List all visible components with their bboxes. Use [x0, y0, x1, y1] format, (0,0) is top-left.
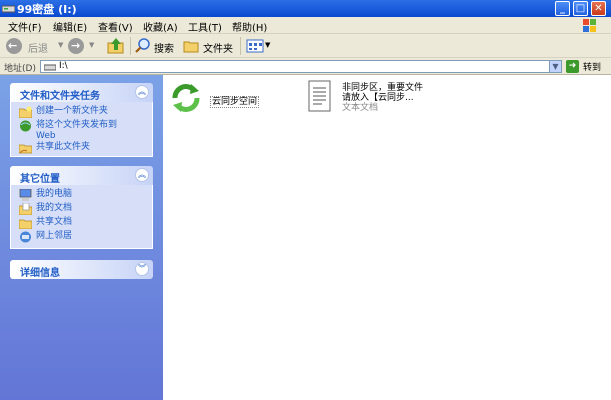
tasks-panel: 文件和文件夹任务 ︽ 创建一个新文件夹 将这个文件夹发布到 Web 共享此文件夹 [10, 83, 153, 157]
menu-file[interactable]: 文件(F) [8, 19, 42, 34]
address-bar: 地址(D) I:\ ▼ ➜ 转到 [0, 58, 611, 75]
toolbar-separator [130, 37, 131, 55]
place-shared-documents[interactable]: 共享文档 [19, 217, 149, 231]
place-network[interactable]: 网上邻居 [19, 231, 149, 245]
file-item-sync-folder-name: 云同步空间 [210, 96, 260, 108]
place-my-documents-label: 我的文档 [36, 203, 73, 213]
file-item-sync-folder[interactable]: 云同步空间 [169, 81, 279, 117]
drive-icon [44, 64, 56, 71]
task-new-folder-label: 创建一个新文件夹 [36, 106, 109, 116]
place-shared-documents-label: 共享文档 [36, 217, 73, 227]
menu-bar: 文件(F) 编辑(E) 查看(V) 收藏(A) 工具(T) 帮助(H) [0, 17, 611, 34]
address-value: I:\ [59, 61, 68, 71]
details-panel-header[interactable]: 详细信息 ︾ [10, 260, 153, 279]
task-pane: 文件和文件夹任务 ︽ 创建一个新文件夹 将这个文件夹发布到 Web 共享此文件夹… [0, 75, 163, 400]
title-bar[interactable]: 99密盘 (I:) _ □ ✕ [0, 0, 611, 17]
place-network-label: 网上邻居 [36, 231, 73, 241]
minimize-button[interactable]: _ [555, 1, 570, 16]
file-list: 云同步空间 非同步区，重要文件 请放入【云同步... 文本文档 [163, 75, 611, 400]
tasks-panel-title: 文件和文件夹任务 [20, 91, 100, 102]
expand-chevron-icon[interactable]: ︾ [135, 262, 149, 276]
publish-web-icon [20, 120, 31, 132]
share-folder-icon [19, 144, 32, 154]
other-places-title: 其它位置 [20, 174, 60, 185]
chevron-down-icon: ▼ [265, 41, 271, 49]
folders-label: 文件夹 [203, 44, 233, 55]
task-share-folder[interactable]: 共享此文件夹 [19, 142, 149, 156]
other-places-header[interactable]: 其它位置 ︽ [10, 166, 153, 185]
other-places-body: 我的电脑 我的文档 共享文档 网上邻居 [10, 185, 153, 249]
file-item-text-document[interactable]: 非同步区，重要文件 请放入【云同步... 文本文档 [307, 79, 447, 119]
details-panel-title: 详细信息 [20, 268, 60, 279]
file-item-text-document-name: 非同步区，重要文件 请放入【云同步... [342, 83, 424, 103]
folder-icon [183, 41, 199, 53]
windows-logo-icon [583, 19, 596, 32]
maximize-button[interactable]: □ [573, 1, 588, 16]
back-button[interactable]: ← 后退 ▼ [6, 38, 66, 55]
folders-button[interactable]: 文件夹 [183, 38, 238, 55]
place-my-computer-label: 我的电脑 [36, 189, 73, 199]
file-item-type: 文本文档 [342, 103, 379, 113]
shared-documents-icon [19, 219, 32, 229]
sync-folder-icon [172, 84, 200, 112]
search-label: 搜索 [154, 44, 174, 55]
chevron-down-icon: ▼ [89, 41, 95, 49]
up-folder-icon[interactable] [107, 37, 125, 55]
task-publish-web-label: 将这个文件夹发布到 Web [36, 120, 118, 141]
collapse-chevron-icon[interactable]: ︽ [135, 85, 149, 99]
task-publish-web[interactable]: 将这个文件夹发布到 Web [19, 120, 149, 144]
go-arrow-icon: ➜ [566, 60, 579, 73]
my-computer-icon [19, 189, 32, 201]
forward-button[interactable]: → ▼ [68, 38, 104, 54]
details-panel: 详细信息 ︾ [10, 260, 153, 279]
network-places-icon [20, 231, 31, 243]
drive-icon [2, 5, 15, 13]
task-share-folder-label: 共享此文件夹 [36, 142, 91, 152]
go-label: 转到 [583, 63, 602, 73]
menu-view[interactable]: 查看(V) [98, 19, 133, 34]
go-button[interactable]: ➜ 转到 [566, 60, 608, 73]
address-label: 地址(D) [4, 64, 36, 74]
chevron-down-icon: ▼ [58, 41, 64, 49]
place-my-documents[interactable]: 我的文档 [19, 203, 149, 217]
other-places-panel: 其它位置 ︽ 我的电脑 我的文档 共享文档 网上邻居 [10, 166, 153, 249]
task-new-folder[interactable]: 创建一个新文件夹 [19, 106, 149, 120]
window-title: 99密盘 (I:) [17, 3, 77, 16]
tasks-panel-body: 创建一个新文件夹 将这个文件夹发布到 Web 共享此文件夹 [10, 102, 153, 157]
toolbar-separator [240, 37, 241, 55]
search-icon [135, 38, 150, 53]
place-my-computer[interactable]: 我的电脑 [19, 189, 149, 203]
address-input[interactable]: I:\ ▼ [40, 60, 562, 73]
menu-tools[interactable]: 工具(T) [188, 19, 222, 34]
back-label: 后退 [28, 44, 48, 55]
my-documents-icon [19, 203, 32, 215]
menu-help[interactable]: 帮助(H) [232, 19, 267, 34]
views-button[interactable]: ▼ [246, 38, 272, 54]
menu-edit[interactable]: 编辑(E) [53, 19, 87, 34]
new-folder-icon [19, 106, 32, 118]
collapse-chevron-icon[interactable]: ︽ [135, 168, 149, 182]
view-grid-icon [246, 39, 264, 53]
toolbar: ← 后退 ▼ → ▼ 搜索 文件夹 ▼ [0, 34, 611, 58]
close-button[interactable]: ✕ [591, 1, 606, 16]
address-dropdown-icon[interactable]: ▼ [549, 61, 561, 72]
tasks-panel-header[interactable]: 文件和文件夹任务 ︽ [10, 83, 153, 102]
search-button[interactable]: 搜索 [135, 38, 177, 55]
menu-favorites[interactable]: 收藏(A) [143, 19, 178, 34]
text-document-icon [308, 80, 331, 112]
